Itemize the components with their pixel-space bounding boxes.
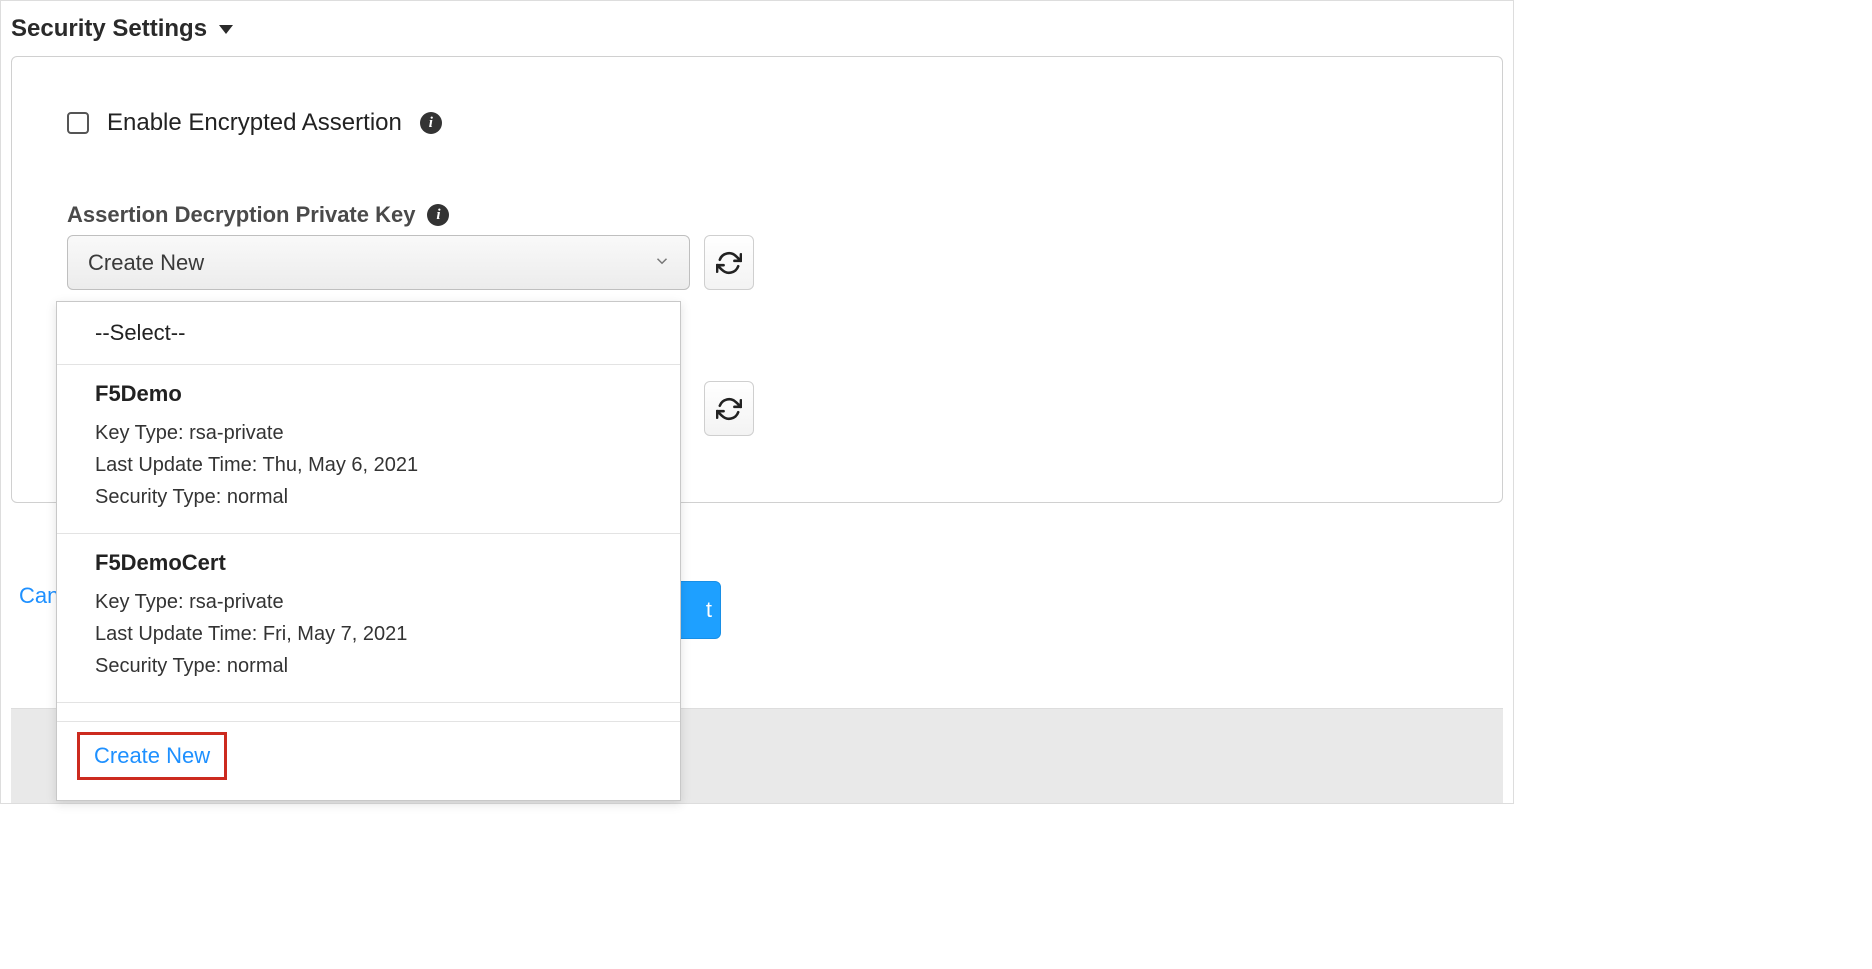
dropdown-item-name: F5DemoCert <box>95 550 642 576</box>
decryption-key-selected: Create New <box>88 250 204 276</box>
dropdown-item-meta: Key Type: rsa-private Last Update Time: … <box>95 417 642 513</box>
decryption-key-select[interactable]: Create New <box>67 235 690 290</box>
enable-encrypted-row: Enable Encrypted Assertion i <box>67 109 442 137</box>
dropdown-item-name: F5Demo <box>95 381 642 407</box>
decryption-key-text: Assertion Decryption Private Key <box>67 202 415 228</box>
dropdown-item-f5demo[interactable]: F5Demo Key Type: rsa-private Last Update… <box>57 365 680 534</box>
decryption-key-select-wrap: Create New <box>67 235 690 290</box>
decryption-key-label: Assertion Decryption Private Key i <box>67 202 449 228</box>
canvas: Security Settings Enable Encrypted Asser… <box>0 0 1514 804</box>
dropdown-create-row: Create New <box>57 721 680 800</box>
section-title-text: Security Settings <box>11 15 207 43</box>
chevron-down-icon <box>653 250 671 276</box>
info-icon[interactable]: i <box>420 112 442 134</box>
create-new-link: Create New <box>94 743 210 768</box>
info-icon[interactable]: i <box>427 204 449 226</box>
create-new-highlight[interactable]: Create New <box>77 732 227 780</box>
enable-encrypted-checkbox[interactable] <box>67 112 89 134</box>
dropdown-placeholder[interactable]: --Select-- <box>57 302 680 365</box>
decryption-key-dropdown: --Select-- F5Demo Key Type: rsa-private … <box>56 301 681 801</box>
dropdown-item-f5democert[interactable]: F5DemoCert Key Type: rsa-private Last Up… <box>57 534 680 703</box>
enable-encrypted-label: Enable Encrypted Assertion <box>107 109 402 137</box>
next-button-fragment: t <box>706 597 712 623</box>
dropdown-item-meta: Key Type: rsa-private Last Update Time: … <box>95 586 642 682</box>
caret-down-icon <box>219 25 233 34</box>
refresh-icon <box>716 396 742 422</box>
refresh-button-1[interactable] <box>704 235 754 290</box>
cancel-link[interactable]: Can <box>19 583 59 609</box>
refresh-icon <box>716 250 742 276</box>
refresh-button-2[interactable] <box>704 381 754 436</box>
section-header[interactable]: Security Settings <box>11 15 233 43</box>
